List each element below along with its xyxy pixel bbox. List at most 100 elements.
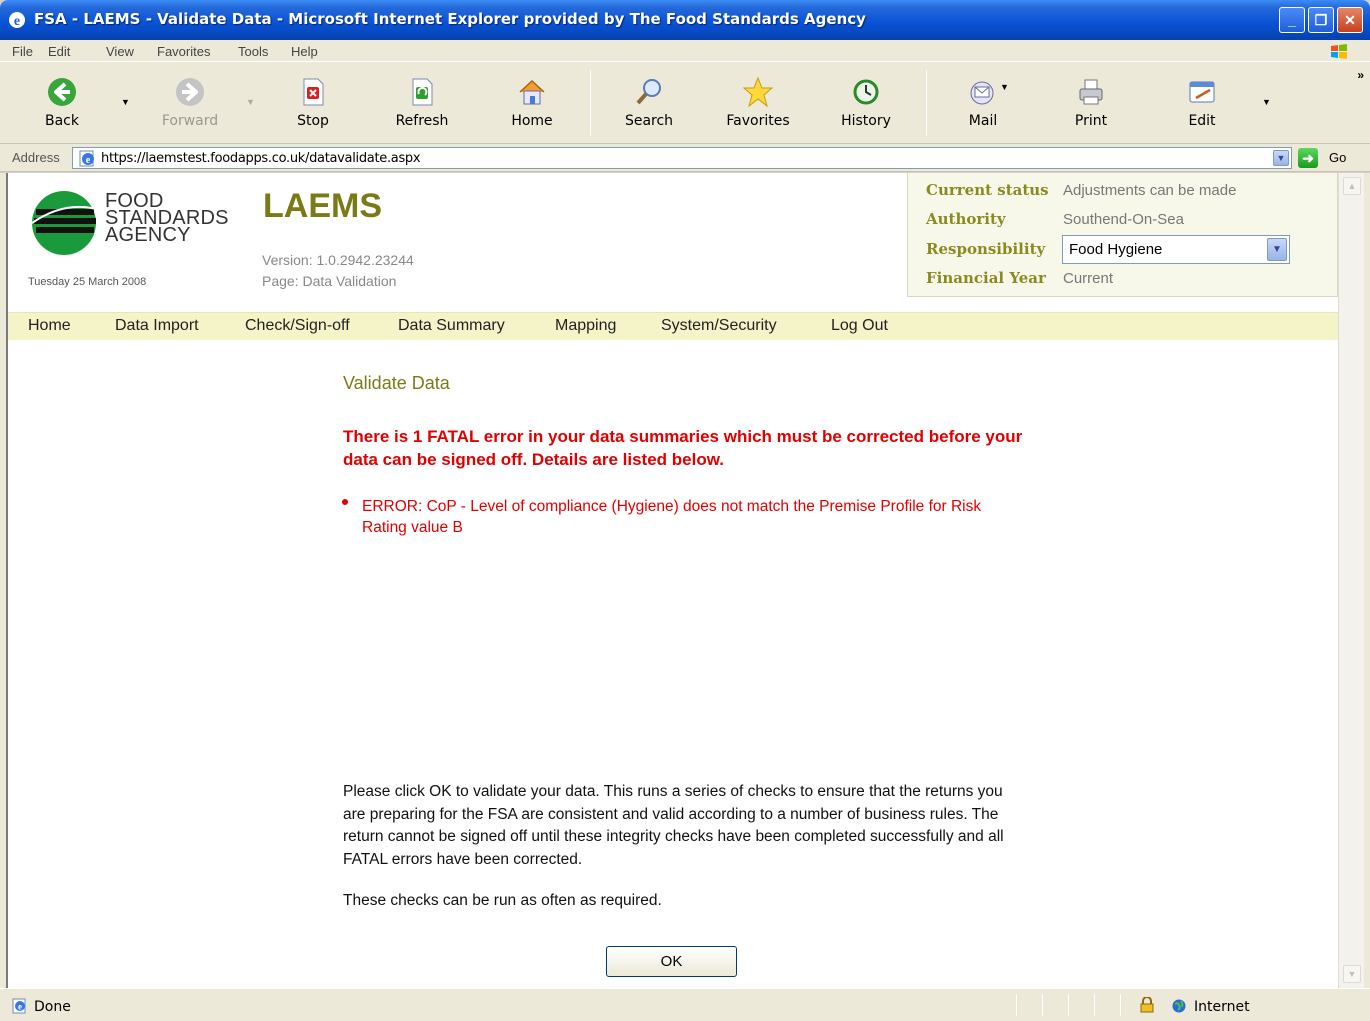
globe-icon (1172, 999, 1186, 1013)
menu-view[interactable]: View (106, 44, 134, 59)
nav-system-security[interactable]: System/Security (661, 317, 777, 335)
status-text: Done (34, 999, 71, 1015)
nav-log-out[interactable]: Log Out (831, 317, 888, 335)
nav-data-import[interactable]: Data Import (115, 317, 199, 335)
forward-button[interactable]: Forward (145, 62, 235, 144)
refresh-icon (412, 78, 433, 106)
app-name: LAEMS (263, 187, 382, 225)
fsa-logo-icon (31, 191, 97, 255)
scroll-up-icon[interactable]: ▲ (1343, 177, 1361, 195)
ie-icon: e (9, 12, 25, 29)
menu-file[interactable]: File (12, 44, 33, 59)
nav-mapping[interactable]: Mapping (555, 317, 616, 335)
authority-label: Authority (926, 210, 1006, 228)
edit-button[interactable]: Edit (1157, 62, 1247, 144)
org-name: FOOD STANDARDS AGENCY (105, 190, 229, 246)
current-status-label: Current status (926, 181, 1049, 199)
error-list-item: ERROR: CoP - Level of compliance (Hygien… (362, 498, 982, 536)
windows-logo-icon (1331, 44, 1347, 59)
restore-button[interactable]: ❐ (1308, 7, 1334, 33)
info-text-2: These checks can be run as often as requ… (343, 892, 662, 909)
status-divider (1094, 994, 1095, 1016)
status-divider (1042, 994, 1043, 1016)
page-name: Page: Data Validation (262, 273, 397, 289)
nav-home[interactable]: Home (28, 317, 71, 335)
content-title: Validate Data (343, 373, 450, 393)
frame-right (1364, 173, 1370, 988)
close-button[interactable]: ✕ (1337, 7, 1363, 33)
toolbar-separator (926, 70, 927, 136)
refresh-button[interactable]: Refresh (377, 62, 467, 144)
menu-favorites[interactable]: Favorites (157, 44, 210, 59)
window-title: FSA - LAEMS - Validate Data - Microsoft … (34, 10, 866, 28)
forward-dropdown-icon[interactable]: ▼ (246, 97, 255, 107)
status-divider (1120, 994, 1121, 1016)
version-text: Version: 1.0.2942.23244 (262, 252, 414, 268)
stop-icon (303, 78, 324, 106)
menu-edit[interactable]: Edit (48, 44, 70, 59)
back-button[interactable]: Back (17, 62, 107, 144)
status-panel: Current status Adjustments can be made A… (907, 173, 1338, 297)
home-button[interactable]: Home (487, 62, 577, 144)
chevron-down-icon[interactable]: ▼ (1267, 238, 1287, 261)
nav-bar: Home Data Import Check/Sign-off Data Sum… (8, 312, 1338, 340)
responsibility-label: Responsibility (926, 240, 1046, 258)
financial-year-label: Financial Year (926, 269, 1046, 287)
forward-arrow-icon (176, 78, 204, 106)
nav-data-summary[interactable]: Data Summary (398, 317, 505, 335)
authority-value: Southend-On-Sea (1063, 211, 1184, 228)
toolbar-separator (590, 70, 591, 136)
address-input[interactable]: e https://laemstest.foodapps.co.uk/datav… (72, 147, 1292, 169)
address-dropdown-icon[interactable]: ▼ (1273, 150, 1289, 166)
frame-left (0, 173, 8, 988)
financial-year-value: Current (1063, 270, 1114, 287)
page-done-icon: e (12, 998, 26, 1014)
fatal-error-message: There is 1 FATAL error in your data summ… (343, 427, 1023, 469)
svg-text:e: e (18, 1002, 22, 1012)
vertical-scrollbar[interactable]: ▲ ▼ (1338, 173, 1364, 988)
lock-icon (1140, 997, 1154, 1013)
address-bar: Address e https://laemstest.foodapps.co.… (0, 144, 1370, 172)
toolbar-chevron-icon[interactable]: » (1357, 68, 1364, 82)
status-divider (1068, 994, 1069, 1016)
address-url: https://laemstest.foodapps.co.uk/dataval… (101, 151, 421, 166)
title-bar: e FSA - LAEMS - Validate Data - Microsof… (0, 0, 1370, 40)
nav-check-signoff[interactable]: Check/Sign-off (245, 317, 350, 335)
minimize-button[interactable]: _ (1279, 7, 1305, 33)
favorites-button[interactable]: Favorites (713, 62, 803, 144)
menu-tools[interactable]: Tools (238, 44, 268, 59)
go-arrow-icon[interactable]: ➜ (1298, 148, 1318, 168)
edit-dropdown-icon[interactable]: ▼ (1262, 97, 1271, 107)
scroll-down-icon[interactable]: ▼ (1343, 965, 1361, 983)
address-label: Address (12, 150, 60, 165)
info-text: Please click OK to validate your data. T… (343, 783, 1004, 868)
stop-button[interactable]: Stop (268, 62, 358, 144)
history-button[interactable]: History (821, 62, 911, 144)
ok-button[interactable]: OK (606, 946, 737, 977)
history-icon (853, 79, 879, 105)
current-status-value: Adjustments can be made (1063, 182, 1237, 199)
edit-page-icon (1189, 81, 1215, 103)
menu-help[interactable]: Help (291, 44, 318, 59)
home-icon (519, 79, 545, 105)
search-button[interactable]: Search (604, 62, 694, 144)
menu-bar: File Edit View Favorites Tools Help (0, 40, 1370, 62)
print-button[interactable]: Print (1046, 62, 1136, 144)
toolbar: Back ▼ Forward ▼ Stop Refresh Home Searc… (0, 62, 1370, 144)
star-icon (742, 76, 774, 108)
page-content: FOOD STANDARDS AGENCY Tuesday 25 March 2… (8, 173, 1338, 988)
mail-dropdown-icon[interactable]: ▼ (1000, 82, 1009, 92)
mail-icon (970, 81, 994, 105)
mail-button[interactable]: Mail (938, 62, 1028, 144)
search-icon (636, 79, 661, 105)
error-bullet (342, 499, 348, 505)
back-dropdown-icon[interactable]: ▼ (121, 97, 130, 107)
responsibility-select[interactable]: Food Hygiene ▼ (1062, 235, 1290, 264)
security-zone: Internet (1194, 999, 1250, 1015)
current-date: Tuesday 25 March 2008 (28, 276, 147, 288)
back-arrow-icon (48, 78, 76, 106)
go-button[interactable]: Go (1329, 150, 1346, 165)
printer-icon (1079, 79, 1103, 105)
status-bar: e Done Internet (0, 988, 1370, 1021)
page-icon: e (79, 150, 94, 167)
